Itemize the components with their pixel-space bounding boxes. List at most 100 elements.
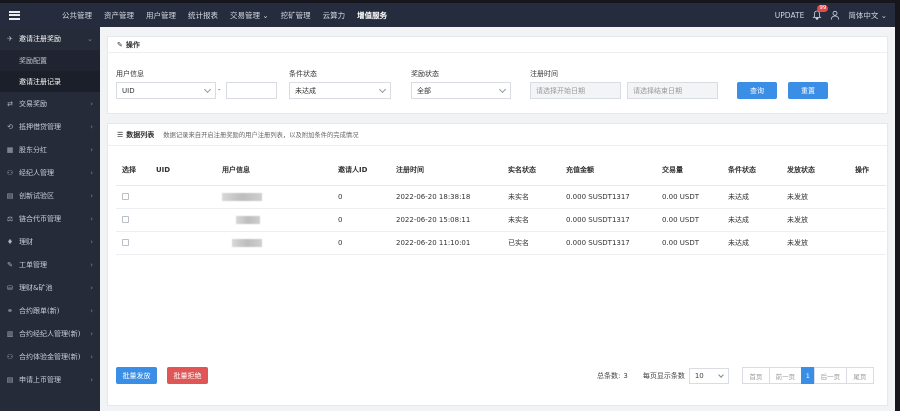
dash: -	[218, 86, 221, 94]
column-header: 邀请人ID	[338, 155, 396, 186]
main-nav: 公共管理 资产管理 用户管理 统计报表 交易管理 ⌄ 挖矿管理 云算力 增值服务	[56, 3, 393, 27]
column-header: 条件状态	[728, 155, 787, 186]
sidebar-item-label: 经纪人管理	[19, 168, 54, 177]
select-cell	[116, 185, 156, 209]
chevron-right-icon: ›	[90, 329, 93, 338]
table-header-row: 选择 UID 用户信息 邀请人ID 注册时间 实名状态 充值金额 交易量 条件状态 发放状态 操作	[116, 155, 886, 186]
reg-time-cell: 2022-06-20 15:08:11	[396, 208, 508, 232]
row-checkbox[interactable]	[122, 193, 129, 200]
logo[interactable]	[0, 10, 56, 20]
batch-reject-button[interactable]: 批量拒绝	[167, 367, 208, 384]
uid-cell	[156, 208, 222, 232]
end-date-placeholder: 请选择结束日期	[633, 86, 682, 95]
column-header: 实名状态	[508, 155, 566, 186]
data-list-title: 数据列表	[126, 130, 155, 139]
sidebar-item[interactable]: ⟲ 抵押借贷管理 ›	[0, 115, 100, 138]
per-page-select[interactable]: 10	[688, 367, 729, 384]
notification-button[interactable]: 99	[812, 5, 829, 20]
sidebar-item[interactable]: ▥ 合约经纪人管理(新) ›	[0, 322, 100, 345]
row-checkbox[interactable]	[122, 239, 129, 246]
sidebar-item[interactable]: ♦ 理财 ›	[0, 230, 100, 253]
sidebar-item[interactable]: ⚇ 经纪人管理 ›	[0, 161, 100, 184]
sidebar-item-icon: ⚖	[6, 214, 14, 223]
sidebar-item[interactable]: ⚖ 链合代币管理 ›	[0, 207, 100, 230]
sidebar-item[interactable]: ⚇ 合约体验金管理(新) ›	[0, 345, 100, 368]
chevron-right-icon: ›	[90, 122, 93, 131]
chevron-right-icon: ›	[90, 352, 93, 361]
top-nav-item[interactable]: 公共管理	[56, 3, 98, 27]
sidebar-item-icon: ♦	[6, 237, 14, 246]
condition-status-value: 未达成	[295, 86, 316, 95]
chevron-down-icon	[717, 371, 724, 378]
data-list-description: 数据记录来自开启注册奖励的用户注册列表，以及附加条件的完成情况	[163, 132, 359, 139]
sidebar-item[interactable]: ⇄ 交易奖励 ›	[0, 92, 100, 115]
chevron-right-icon: ›	[90, 375, 93, 384]
table-row: 0 2022-06-20 18:38:18 未实名 0.000 SUSDT1317 0.…	[116, 185, 886, 209]
reset-button[interactable]: 重置	[788, 82, 828, 99]
sidebar-sub-label: 奖励配置	[19, 56, 47, 65]
menu-toggle-icon[interactable]	[9, 10, 20, 20]
uid-type-select[interactable]: UID	[116, 82, 216, 99]
redacted-user-info	[222, 192, 262, 201]
reg-time-cell: 2022-06-20 11:10:01	[396, 231, 508, 255]
chevron-right-icon: ›	[90, 99, 93, 108]
sidebar-item[interactable]: ▦ 股东分红 ›	[0, 138, 100, 161]
uid-input[interactable]	[226, 82, 277, 99]
column-header: UID	[156, 155, 222, 186]
sidebar-sub-reward-config[interactable]: 奖励配置	[0, 50, 100, 71]
sidebar-sub-invite-records[interactable]: 邀请注册记录	[0, 71, 100, 92]
sidebar-item[interactable]: ▤ 申请上币管理 ›	[0, 368, 100, 391]
chevron-right-icon: ›	[90, 283, 93, 292]
sidebar-item[interactable]: ⚭ 合约跟单(新) ›	[0, 299, 100, 322]
table-row: 0 2022-06-20 15:08:11 未实名 0.000 SUSDT1317 0.…	[116, 208, 886, 232]
sidebar-list: ⇄ 交易奖励 › ⟲ 抵押借贷管理 › ▦ 股东分红 › ⚇ 经纪人管理 › ▤ 创新试验区 › ⚖ 链合代币管…	[0, 92, 100, 391]
sidebar-item[interactable]: ▤ 创新试验区 ›	[0, 184, 100, 207]
top-nav-item[interactable]: 交易管理 ⌄	[224, 3, 275, 27]
per-page-value: 10	[694, 371, 704, 380]
top-nav-item[interactable]: 统计报表	[182, 3, 224, 27]
top-nav-item[interactable]: 挖矿管理	[275, 3, 317, 27]
start-date-input[interactable]: 请选择开始日期	[530, 82, 621, 99]
volume-cell: 0.00 USDT	[662, 231, 728, 255]
column-header: 操作	[855, 155, 886, 186]
next-page-button[interactable]: 后一页	[813, 367, 847, 384]
language-selector[interactable]: 简体中文 ⌄	[848, 10, 887, 21]
sidebar-item-icon: ⚇	[6, 168, 14, 177]
sidebar-item-label: 抵押借贷管理	[19, 122, 61, 131]
sidebar-item-icon: ▦	[6, 145, 14, 154]
sidebar-item-label: 理财	[19, 237, 33, 246]
payout-cell: 未发放	[787, 231, 855, 255]
end-date-input[interactable]: 请选择结束日期	[627, 82, 718, 99]
sidebar-item[interactable]: ⛁ 理财&矿池 ›	[0, 276, 100, 299]
list-icon: ☰	[117, 130, 124, 139]
prev-page-button[interactable]: 前一页	[768, 367, 802, 384]
last-page-button[interactable]: 尾页	[845, 367, 874, 384]
reward-status-select[interactable]: 全部	[411, 82, 511, 99]
sidebar-item-icon: ▥	[6, 329, 14, 338]
top-nav-item[interactable]: 云算力	[317, 3, 352, 27]
user-icon[interactable]	[830, 10, 840, 20]
data-list-header: ☰ 数据列表 数据记录来自开启注册奖励的用户注册列表，以及附加条件的完成情况	[108, 124, 887, 146]
condition-status-select[interactable]: 未达成	[289, 82, 391, 99]
sidebar-item-label: 股东分红	[19, 145, 47, 154]
first-page-button[interactable]: 首页	[741, 367, 770, 384]
sidebar-item-invite-reward[interactable]: ✈ 邀请注册奖励 ⌄	[0, 27, 100, 50]
sidebar-item-icon: ✎	[7, 260, 13, 269]
reward-status-label: 奖励状态	[411, 70, 439, 78]
page-1-button[interactable]: 1	[800, 367, 815, 384]
query-button[interactable]: 查询	[737, 82, 777, 99]
top-nav-item[interactable]: 用户管理	[140, 3, 182, 27]
pagination: 总条数: 3 每页显示条数 10 首页 前一页 1 后一页 尾页	[597, 367, 874, 384]
sidebar-item[interactable]: ✎ 工单管理 ›	[0, 253, 100, 276]
sidebar-item-label: 链合代币管理	[19, 214, 61, 223]
chevron-right-icon: ›	[90, 145, 93, 154]
condition-cell: 未达成	[728, 185, 787, 209]
chevron-down-icon	[203, 85, 212, 94]
row-checkbox[interactable]	[122, 216, 129, 223]
top-nav-item[interactable]: 资产管理	[98, 3, 140, 27]
top-nav-item[interactable]: 增值服务	[351, 3, 393, 27]
records-table: 选择 UID 用户信息 邀请人ID 注册时间 实名状态 充值金额 交易量 条件状态 发放状态 操作 …	[116, 155, 886, 255]
update-button[interactable]: UPDATE	[775, 11, 805, 20]
filter-panel: ✎ 操作 用户信息 UID - 条件状态 未达成 奖励状态 全部 注册时间 请选…	[107, 36, 888, 114]
batch-pay-button[interactable]: 批量发放	[116, 367, 157, 384]
